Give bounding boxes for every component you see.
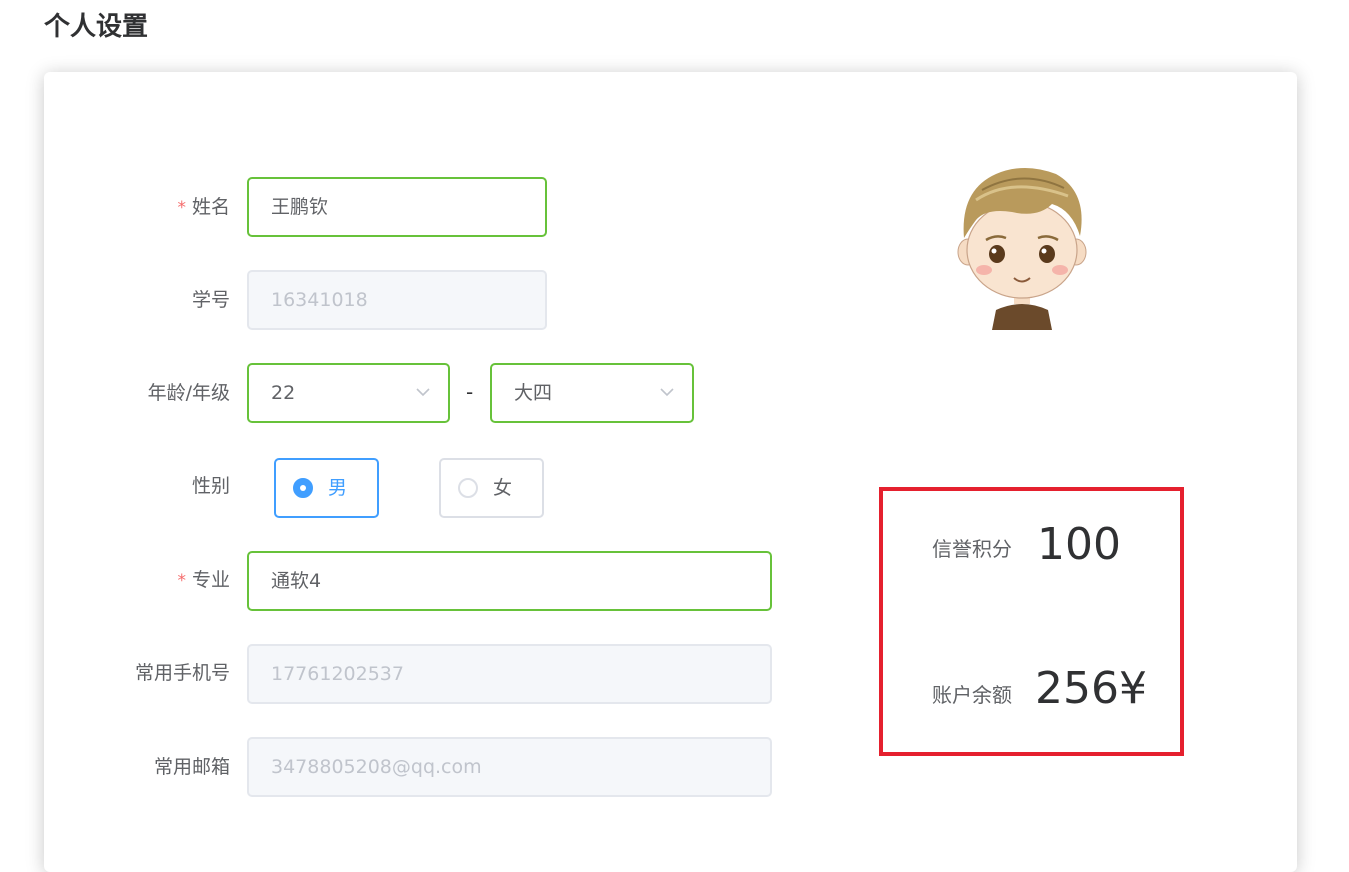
student-id-label: 学号 [191,289,230,311]
credit-score-label: 信誉积分 [932,537,1012,561]
gender-radio-male-label: 男 [328,477,348,499]
balance-value: 256¥ [1035,663,1147,714]
name-label: * 姓名 [177,194,230,221]
account-stats-box: 信誉积分 100 账户余额 256¥ [879,487,1184,756]
major-label: * 专业 [177,567,230,594]
age-grade-separator: - [466,380,474,404]
chevron-down-icon [416,388,430,397]
gender-radio-male[interactable]: 男 [274,458,379,518]
phone-label: 常用手机号 [134,662,230,684]
gender-radio-female[interactable]: 女 [439,458,544,518]
required-mark: * [177,198,186,218]
radio-unchecked-icon [458,478,478,498]
gender-label: 性别 [191,475,230,497]
grade-select-value: 大四 [514,382,553,404]
name-label-text: 姓名 [191,196,230,218]
age-select[interactable]: 22 [247,363,450,423]
page-title: 个人设置 [44,12,149,42]
age-grade-label: 年龄/年级 [147,382,230,404]
age-select-value: 22 [271,382,296,404]
major-label-text: 专业 [191,569,230,591]
name-input[interactable]: 王鹏钦 [247,177,547,237]
grade-select[interactable]: 大四 [490,363,694,423]
chevron-down-icon [660,388,674,397]
radio-checked-icon [293,478,313,498]
email-input[interactable]: 3478805208@qq.com [247,737,772,797]
gender-radio-female-label: 女 [493,477,513,499]
phone-input[interactable]: 17761202537 [247,644,772,704]
major-input[interactable]: 通软4 [247,551,772,611]
balance-label: 账户余额 [932,683,1012,707]
required-mark: * [177,571,186,591]
student-id-input[interactable]: 16341018 [247,270,547,330]
avatar[interactable] [952,160,1092,330]
credit-score-value: 100 [1037,519,1121,570]
email-label: 常用邮箱 [153,756,230,778]
